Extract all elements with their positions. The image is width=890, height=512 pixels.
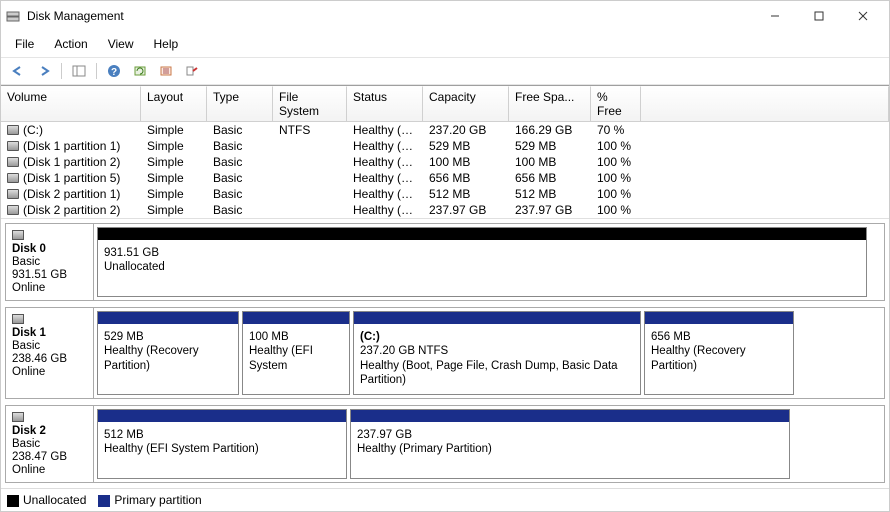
- maximize-button[interactable]: [797, 2, 841, 30]
- menu-help[interactable]: Help: [146, 33, 187, 55]
- disk-info[interactable]: Disk 0Basic931.51 GBOnline: [6, 224, 94, 300]
- partition[interactable]: 931.51 GBUnallocated: [97, 227, 867, 297]
- swatch-primary: [98, 495, 110, 507]
- minimize-button[interactable]: [753, 2, 797, 30]
- volume-icon: [7, 157, 19, 167]
- col-status[interactable]: Status: [347, 86, 423, 122]
- disk-info[interactable]: Disk 2Basic238.47 GBOnline: [6, 406, 94, 482]
- window-title: Disk Management: [27, 9, 753, 23]
- table-row[interactable]: (C:)SimpleBasicNTFSHealthy (B...237.20 G…: [1, 122, 889, 138]
- partition[interactable]: 656 MBHealthy (Recovery Partition): [644, 311, 794, 395]
- show-hide-button[interactable]: [68, 61, 90, 81]
- app-icon: [5, 8, 21, 24]
- legend-primary: Primary partition: [98, 493, 201, 507]
- swatch-unallocated: [7, 495, 19, 507]
- menu-action[interactable]: Action: [46, 33, 95, 55]
- separator: [96, 63, 97, 79]
- partition[interactable]: 100 MBHealthy (EFI System: [242, 311, 350, 395]
- disk-graphic-area: Disk 0Basic931.51 GBOnline931.51 GBUnall…: [1, 219, 889, 488]
- volume-icon: [7, 205, 19, 215]
- partition[interactable]: 529 MBHealthy (Recovery Partition): [97, 311, 239, 395]
- settings-button[interactable]: [181, 61, 203, 81]
- partition-wrap: 529 MBHealthy (Recovery Partition)100 MB…: [94, 308, 884, 398]
- properties-button[interactable]: [155, 61, 177, 81]
- table-header: Volume Layout Type File System Status Ca…: [1, 86, 889, 122]
- menubar: File Action View Help: [1, 31, 889, 58]
- col-layout[interactable]: Layout: [141, 86, 207, 122]
- col-freespace[interactable]: Free Spa...: [509, 86, 591, 122]
- col-filesystem[interactable]: File System: [273, 86, 347, 122]
- volume-icon: [7, 141, 19, 151]
- partition-wrap: 512 MBHealthy (EFI System Partition)237.…: [94, 406, 884, 482]
- partition-wrap: 931.51 GBUnallocated: [94, 224, 884, 300]
- svg-text:?: ?: [111, 67, 117, 78]
- toolbar: ?: [1, 58, 889, 85]
- menu-view[interactable]: View: [100, 33, 142, 55]
- col-pctfree[interactable]: % Free: [591, 86, 641, 122]
- legend-unallocated: Unallocated: [7, 493, 86, 507]
- partition[interactable]: (C:)237.20 GB NTFSHealthy (Boot, Page Fi…: [353, 311, 641, 395]
- col-type[interactable]: Type: [207, 86, 273, 122]
- close-button[interactable]: [841, 2, 885, 30]
- volume-icon: [7, 173, 19, 183]
- help-button[interactable]: ?: [103, 61, 125, 81]
- separator: [61, 63, 62, 79]
- legend: Unallocated Primary partition: [1, 488, 889, 511]
- refresh-button[interactable]: [129, 61, 151, 81]
- disk-row: Disk 1Basic238.46 GBOnline529 MBHealthy …: [5, 307, 885, 399]
- partition[interactable]: 512 MBHealthy (EFI System Partition): [97, 409, 347, 479]
- table-row[interactable]: (Disk 2 partition 2)SimpleBasicHealthy (…: [1, 202, 889, 218]
- volume-icon: [7, 125, 19, 135]
- titlebar: Disk Management: [1, 1, 889, 31]
- table-row[interactable]: (Disk 2 partition 1)SimpleBasicHealthy (…: [1, 186, 889, 202]
- disk-icon: [12, 230, 24, 240]
- back-button[interactable]: [7, 61, 29, 81]
- disk-icon: [12, 412, 24, 422]
- table-row[interactable]: (Disk 1 partition 1)SimpleBasicHealthy (…: [1, 138, 889, 154]
- col-volume[interactable]: Volume: [1, 86, 141, 122]
- disk-row: Disk 2Basic238.47 GBOnline512 MBHealthy …: [5, 405, 885, 483]
- menu-file[interactable]: File: [7, 33, 42, 55]
- col-spacer: [641, 86, 889, 122]
- forward-button[interactable]: [33, 61, 55, 81]
- partition[interactable]: 237.97 GBHealthy (Primary Partition): [350, 409, 790, 479]
- volume-table[interactable]: Volume Layout Type File System Status Ca…: [1, 85, 889, 219]
- table-row[interactable]: (Disk 1 partition 5)SimpleBasicHealthy (…: [1, 170, 889, 186]
- col-capacity[interactable]: Capacity: [423, 86, 509, 122]
- disk-row: Disk 0Basic931.51 GBOnline931.51 GBUnall…: [5, 223, 885, 301]
- table-row[interactable]: (Disk 1 partition 2)SimpleBasicHealthy (…: [1, 154, 889, 170]
- table-body: (C:)SimpleBasicNTFSHealthy (B...237.20 G…: [1, 122, 889, 218]
- volume-icon: [7, 189, 19, 199]
- disk-icon: [12, 314, 24, 324]
- disk-info[interactable]: Disk 1Basic238.46 GBOnline: [6, 308, 94, 398]
